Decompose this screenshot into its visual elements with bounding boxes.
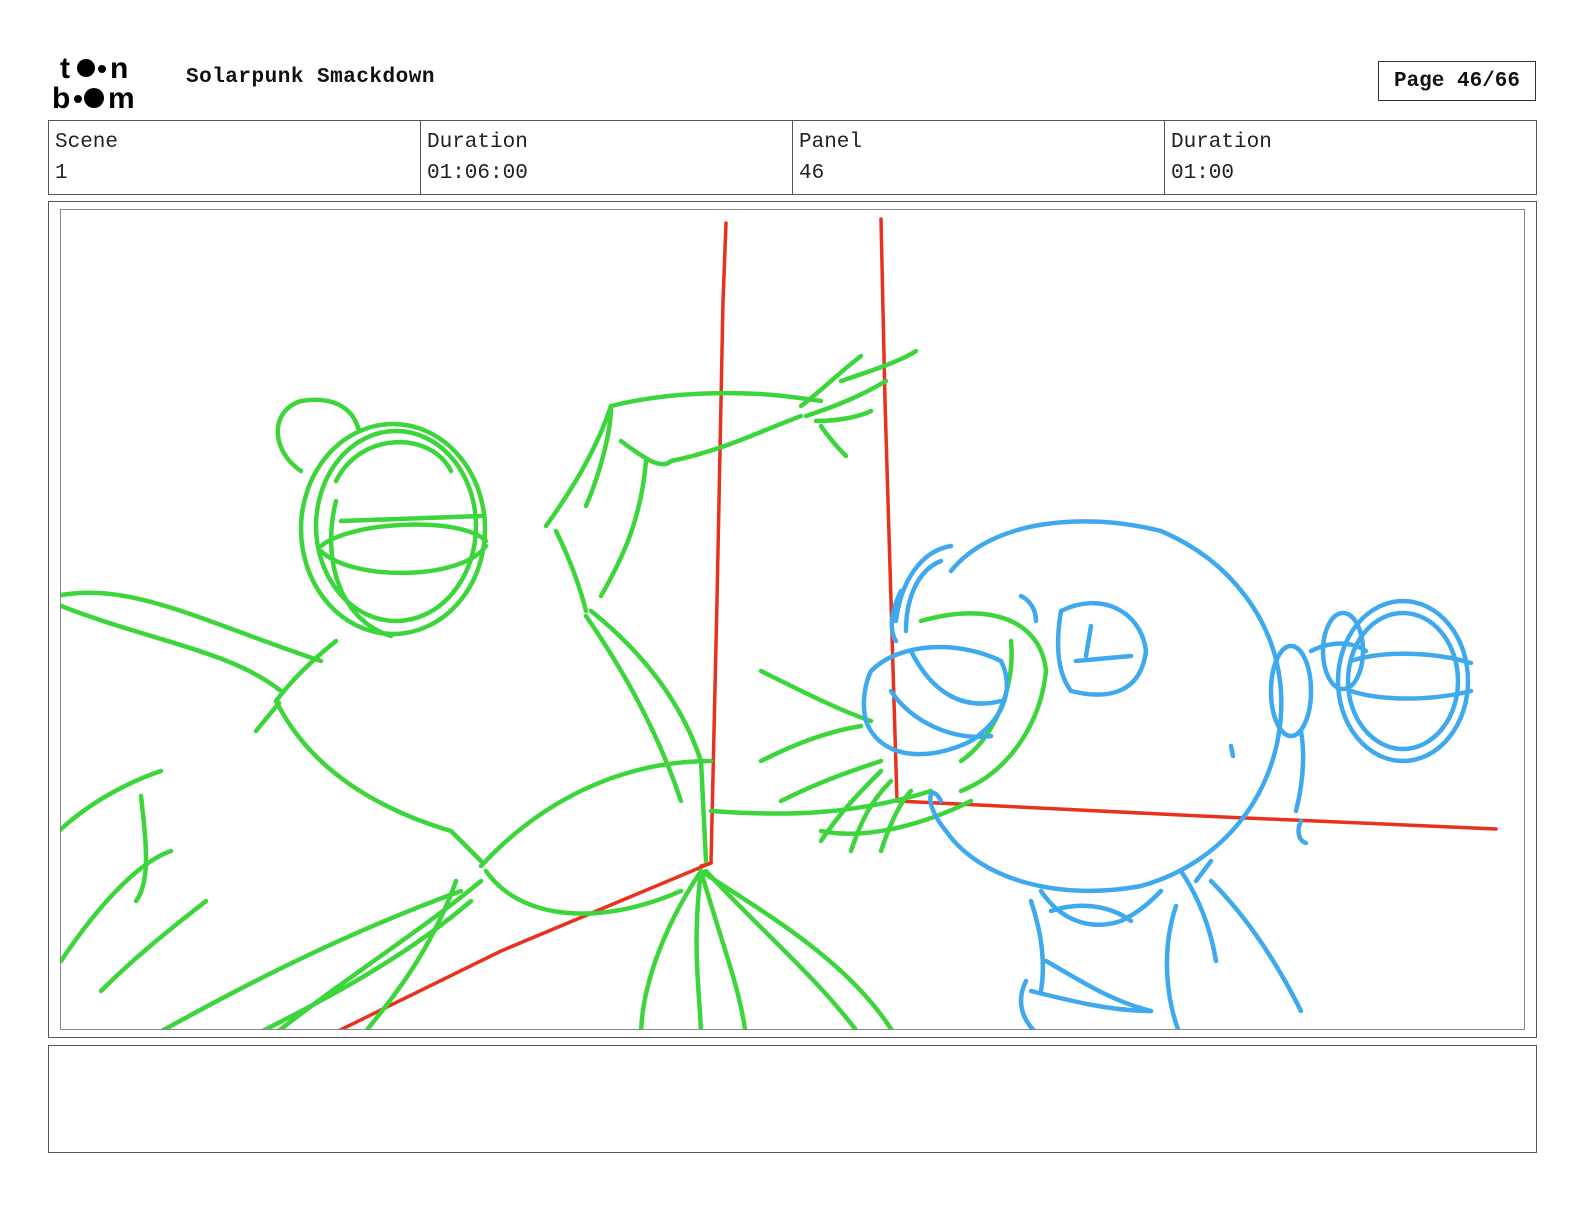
- page-value: 46/66: [1457, 69, 1521, 93]
- svg-text:t: t: [60, 52, 70, 85]
- panel-duration-cell: Duration 01:00: [1165, 121, 1536, 194]
- svg-text:b: b: [52, 82, 70, 112]
- panel-duration-value: 01:00: [1171, 162, 1235, 185]
- blue-character-sketch: [861, 519, 1474, 1029]
- scene-duration-value: 01:06:00: [427, 162, 528, 185]
- scene-value: 1: [55, 162, 68, 185]
- svg-text:n: n: [110, 52, 128, 85]
- panel-cell: Panel 46: [793, 121, 1165, 194]
- panel-image: [60, 209, 1525, 1030]
- panel-label: Panel: [799, 131, 863, 154]
- panel-info-bar: Scene 1 Duration 01:06:00 Panel 46 Durat…: [48, 120, 1537, 195]
- panel-duration-label: Duration: [1171, 131, 1272, 154]
- perspective-guides: [338, 217, 1498, 1029]
- panel-value: 46: [799, 162, 825, 185]
- storyboard-sketch: [61, 217, 1498, 1029]
- panel-notes[interactable]: [48, 1045, 1537, 1153]
- scene-duration-cell: Duration 01:06:00: [421, 121, 793, 194]
- scene-label: Scene: [55, 131, 119, 154]
- project-title: Solarpunk Smackdown: [186, 66, 435, 89]
- scene-cell: Scene 1: [49, 121, 421, 194]
- page-indicator: Page 46/66: [1378, 61, 1536, 101]
- page-label: Page: [1393, 69, 1445, 93]
- scene-duration-label: Duration: [427, 131, 528, 154]
- svg-text:m: m: [108, 82, 135, 112]
- toon-boom-logo: t n b m: [52, 52, 164, 112]
